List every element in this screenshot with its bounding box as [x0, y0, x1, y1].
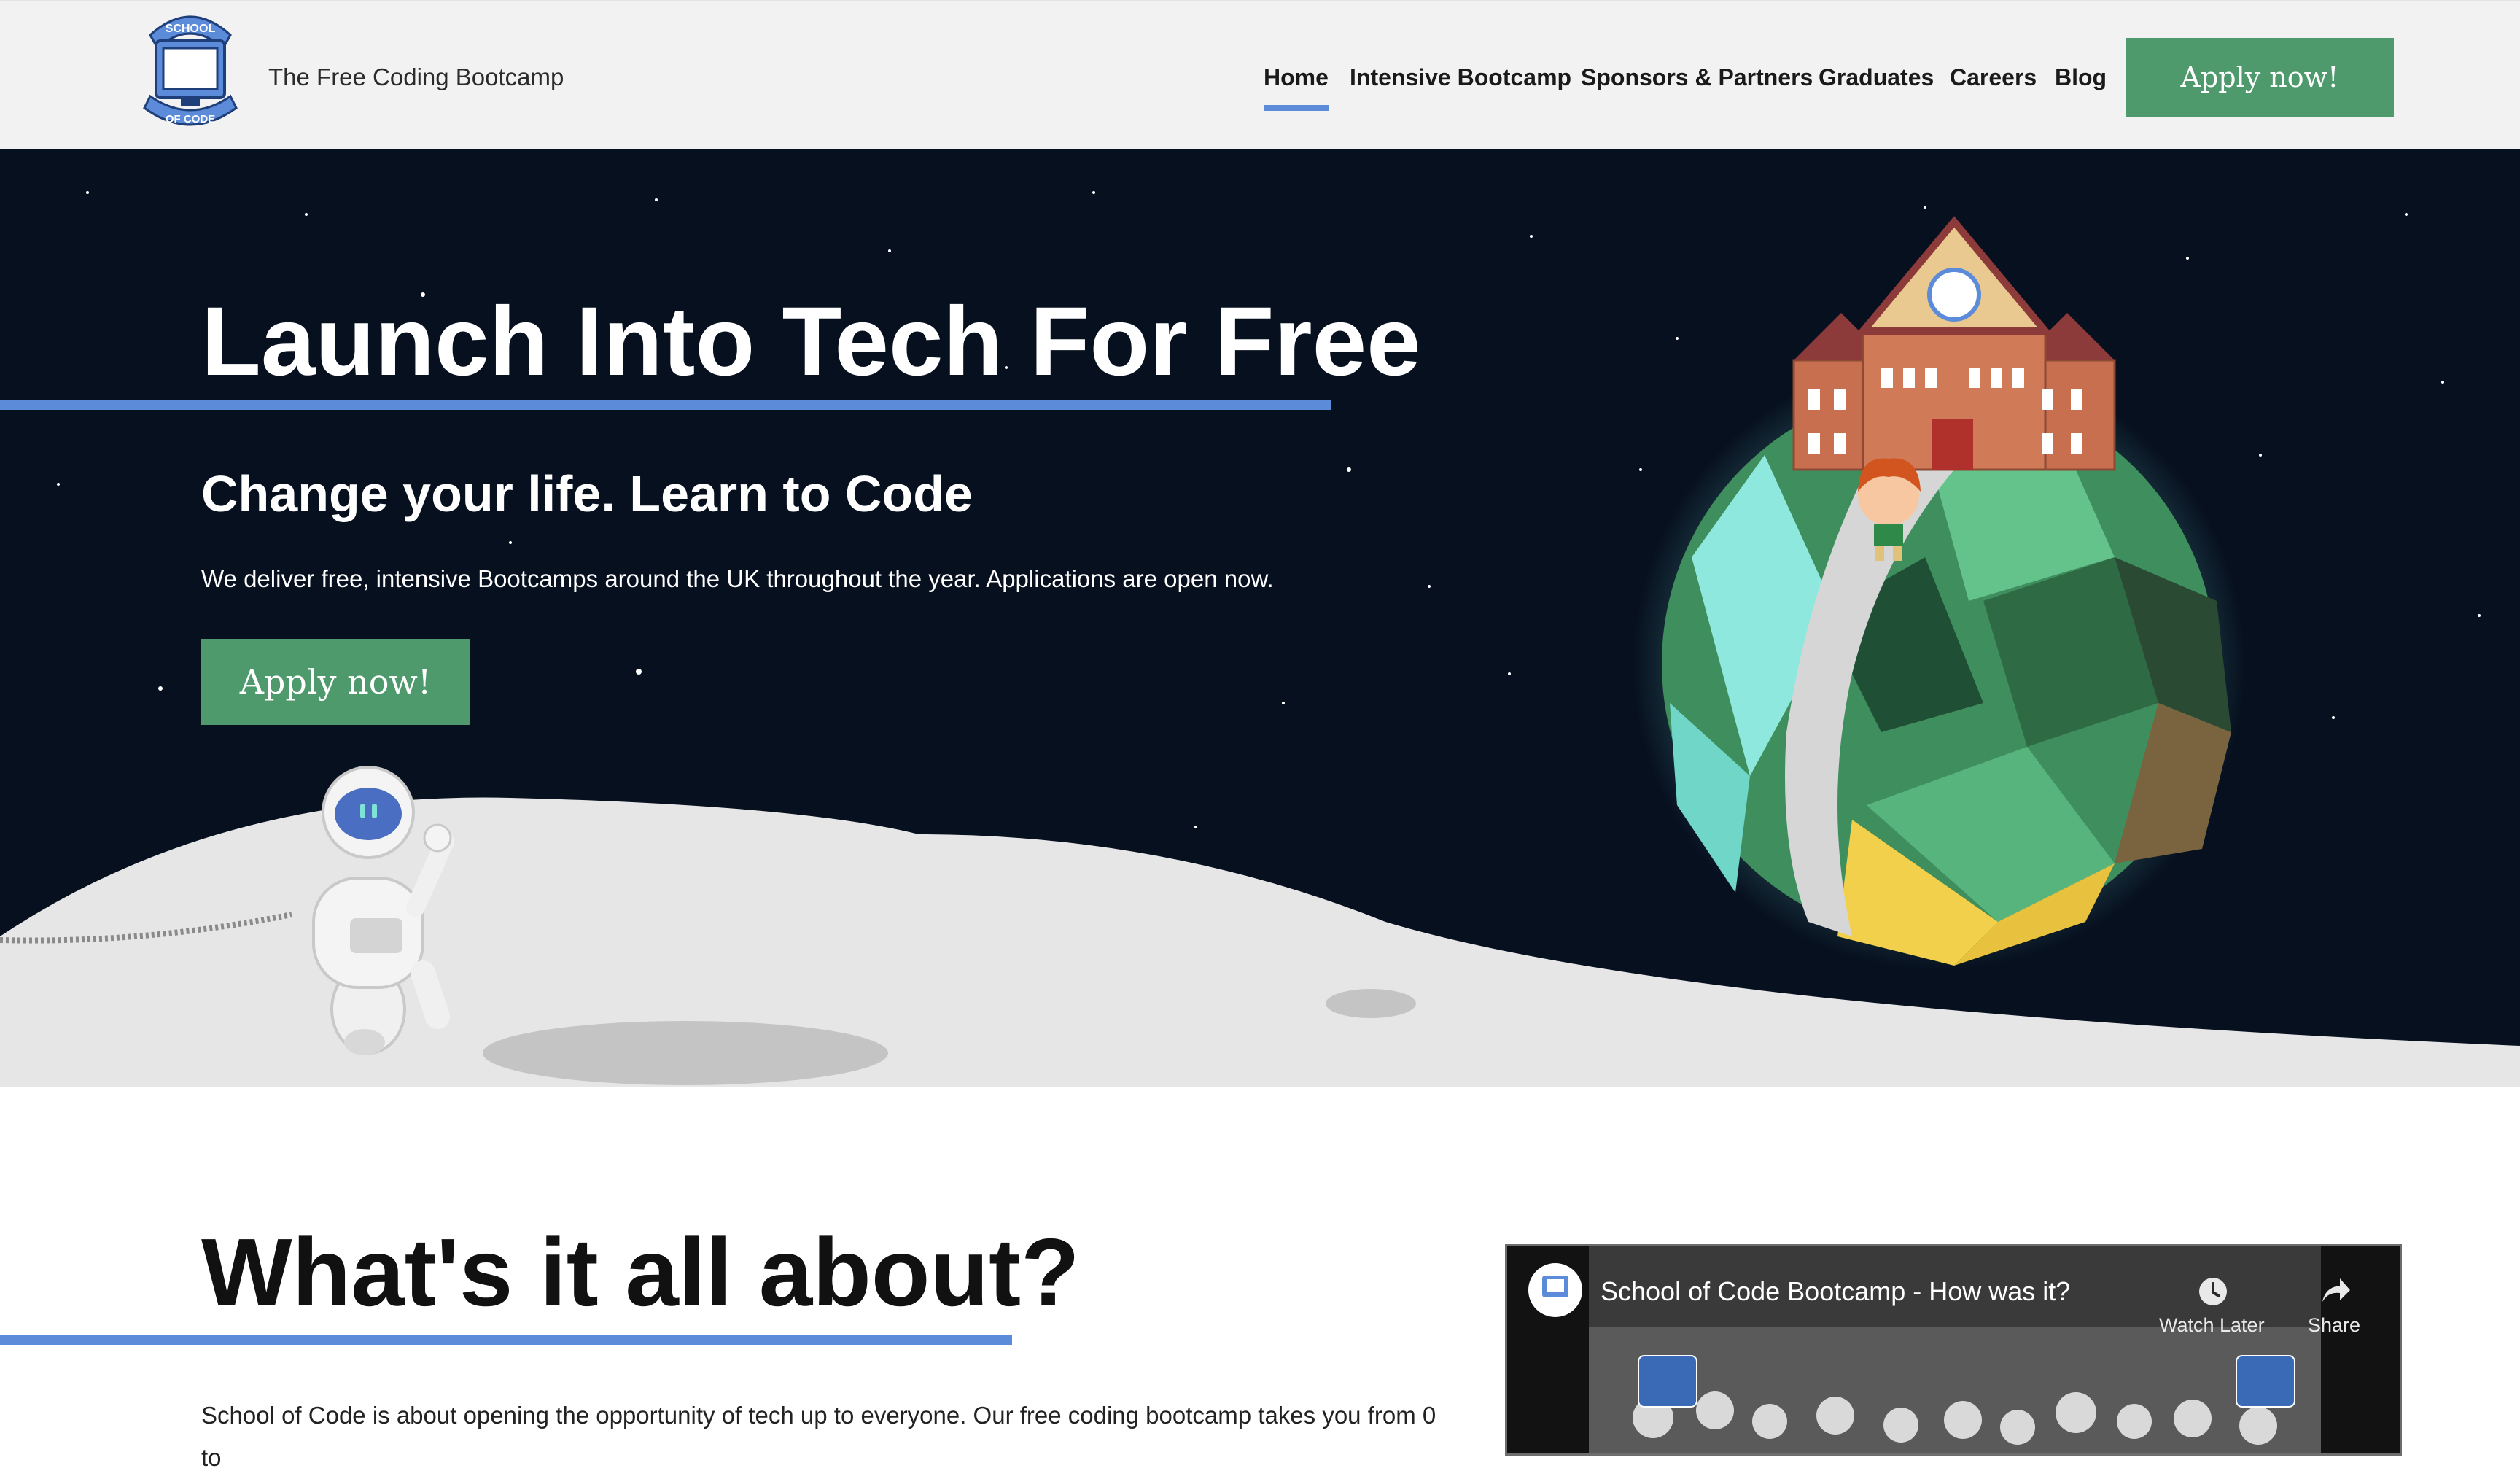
hero-section: Launch Into Tech For Free Change your li… — [0, 149, 2520, 1087]
svg-text:OF CODE: OF CODE — [166, 113, 215, 125]
hero-description: We deliver free, intensive Bootcamps aro… — [201, 565, 1274, 592]
about-title: What's it all about? — [201, 1219, 1080, 1326]
crater-small — [1326, 989, 1416, 1018]
nav-graduates[interactable]: Graduates — [1819, 60, 1934, 95]
nav-blog[interactable]: Blog — [2055, 60, 2107, 95]
nav-home[interactable]: Home — [1264, 60, 1329, 111]
nav-intensive-bootcamp[interactable]: Intensive Bootcamp — [1350, 60, 1571, 95]
nav-sponsors-partners[interactable]: Sponsors & Partners — [1581, 60, 1813, 95]
about-text: School of Code is about opening the oppo… — [201, 1402, 1436, 1471]
hero-apply-button[interactable]: Apply now! — [201, 639, 470, 725]
clock-icon[interactable] — [2197, 1276, 2229, 1308]
video-title[interactable]: School of Code Bootcamp - How was it? — [1601, 1274, 2070, 1309]
share-label[interactable]: Share — [2308, 1312, 2360, 1338]
watch-later-label[interactable]: Watch Later — [2159, 1312, 2265, 1338]
svg-text:SCHOOL: SCHOOL — [166, 23, 216, 35]
crater-large — [483, 1021, 888, 1085]
header-apply-button[interactable]: Apply now! — [2126, 38, 2394, 117]
hero-subtitle: Change your life. Learn to Code — [201, 465, 973, 522]
about-title-underline — [0, 1335, 1012, 1345]
nav-careers[interactable]: Careers — [1950, 60, 2037, 95]
brand-tagline[interactable]: The Free Coding Bootcamp — [268, 60, 564, 95]
site-header: SCHOOL OF CODE The Free Coding Bootcamp … — [0, 0, 2520, 149]
school-of-code-logo[interactable]: SCHOOL OF CODE — [136, 6, 245, 141]
hero-title-underline — [0, 400, 1331, 410]
video-player[interactable]: School of Code Bootcamp - How was it? Wa… — [1505, 1244, 2402, 1456]
channel-avatar[interactable] — [1526, 1261, 1584, 1319]
hero-title: Launch Into Tech For Free — [201, 287, 1421, 396]
school-building — [1792, 216, 2116, 471]
share-icon[interactable] — [2318, 1274, 2353, 1306]
